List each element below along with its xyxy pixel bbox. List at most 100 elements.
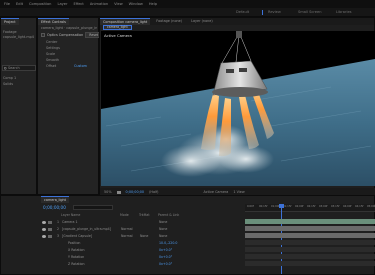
tab-project[interactable]: Project [1,18,19,25]
timeline-timecode[interactable]: 0;00;00;00 [43,205,66,210]
col-trkmat: TrkMat [139,213,150,217]
effect-param: Settings [46,46,60,50]
menu-item[interactable]: File [4,2,10,6]
layer-duration-bar[interactable] [245,247,375,252]
ruler-tick-label: 02;15f [307,205,316,208]
eye-icon[interactable] [42,220,46,224]
layer-name[interactable]: Y Rotation [62,255,118,259]
layer-parent: 0x+0.0° [159,255,173,259]
project-tabs: Project [1,18,36,25]
menu-item[interactable]: Effect [73,2,83,6]
ruler-tick-label: 03;00f [319,205,328,208]
lock-icon[interactable] [48,227,52,231]
col-layer-name: Layer Name [61,213,81,217]
layer-mode: Normal [121,234,133,238]
table-row[interactable]: Z Rotation 0x+0.0° [41,261,231,267]
camera-icon[interactable] [116,190,121,194]
menu-item[interactable]: View [114,2,123,6]
menu-item[interactable]: Layer [57,2,67,6]
tab-footage[interactable]: Footage (none) [153,18,185,25]
layer-number: 1 [56,220,59,224]
layer-duration-bar[interactable] [245,254,375,259]
timeline-search-input[interactable] [73,205,113,210]
folder-item[interactable]: Comp 1 [3,76,16,80]
layer-name[interactable]: Camera 1 [62,220,118,224]
layer-parent: None [159,234,168,238]
menu-item[interactable]: Help [149,2,157,6]
ruler-tick-label: 03;15f [331,205,340,208]
layer-name[interactable]: Position [62,241,118,245]
layer-duration-bar[interactable] [245,261,375,266]
ruler-tick-label: 00;15f [259,205,268,208]
effect-enable-checkbox[interactable] [41,33,45,37]
camera-select[interactable]: Active Camera [204,190,229,194]
ruler-tick-label: 04;00f [343,205,352,208]
layer-list: 1 Camera 1 None 2 [capsule_plunge_in_ultra.m… [41,219,241,274]
timeline-tabs: camera_light [1,196,374,203]
search-input[interactable]: Search [2,65,36,71]
viewer-footer: 50% 0;00;00;00 (Half) Active Camera 1 Vi… [100,188,375,195]
workspace-libraries[interactable]: Libraries [336,10,352,14]
table-row[interactable]: Position 10.0,-220.0 [41,240,231,246]
ruler-tick-label: 02;00f [295,205,304,208]
col-mode: Mode [120,213,129,217]
project-item-sub: capsule_light.mp4 [3,35,34,39]
time-ruler[interactable]: 0;00f 00;15f 01;00f 01;15f 02;00f 02;15f 03;00… [245,204,375,212]
workspace-review[interactable]: Review [268,10,281,14]
layer-parent: 0x+0.0° [159,262,173,266]
tab-timeline-comp[interactable]: camera_light [41,196,70,203]
layer-name[interactable]: [Gradient Capsule] [62,234,118,238]
effect-param: Smooth [46,58,60,62]
active-camera-label: Active Camera [104,33,132,38]
lock-icon[interactable] [48,220,52,224]
resolution-select[interactable]: (Half) [149,190,158,194]
eye-icon[interactable] [42,227,46,231]
custom-dropdown[interactable]: Custom [74,64,87,68]
ruler-tick-label: 05;00f [367,205,375,208]
menu-item[interactable]: Edit [16,2,23,6]
tab-layer[interactable]: Layer (none) [188,18,216,25]
table-row[interactable]: 1 Camera 1 None [41,219,231,225]
workspace-default[interactable]: Default [236,10,249,14]
layer-duration-bar[interactable] [245,233,375,238]
layer-name[interactable]: [capsule_plunge_in_ultra.mp4] [62,227,118,231]
effect-header: Optics Compensation Reset [41,32,103,38]
tab-composition[interactable]: Composition camera_light [100,18,151,25]
layer-name[interactable]: Z Rotation [62,262,118,266]
table-row[interactable]: X Rotation 0x+0.0° [41,247,231,253]
layer-parent: None [159,220,168,224]
comp-chip[interactable]: camera_light [103,25,132,30]
viewport-scene[interactable] [101,31,375,186]
ruler-tick-label: 04;15f [355,205,364,208]
viewer-timecode[interactable]: 0;00;00;00 [126,190,145,194]
menu-item[interactable]: Window [129,2,143,6]
view-select[interactable]: 1 View [233,190,244,194]
layer-parent: 0x+0.0° [159,248,173,252]
playhead-handle[interactable] [279,204,284,208]
workspace-small-screen[interactable]: Small Screen [298,10,321,14]
table-row[interactable]: 2 [capsule_plunge_in_ultra.mp4] Normal None [41,226,231,232]
ruler-tick-label: 01;15f [283,205,292,208]
menu-item[interactable]: Animation [90,2,108,6]
menu-item[interactable]: Composition [29,2,51,6]
eye-icon[interactable] [42,234,46,238]
table-row[interactable]: Y Rotation 0x+0.0° [41,254,231,260]
layer-duration-bar[interactable] [245,219,375,224]
zoom-level[interactable]: 50% [104,190,112,194]
viewer-tabs: Composition camera_light Footage (none) … [100,18,374,25]
layer-name[interactable]: X Rotation [62,248,118,252]
menu-bar: File Edit Composition Layer Effect Animation V… [0,0,375,8]
folder-item[interactable]: Solids [3,82,13,86]
table-row[interactable]: 3 [Gradient Capsule] Normal None None [41,233,231,239]
effect-controls-panel: Effect Controls camera_light · capsule_p… [37,17,103,195]
project-panel: Project Footage capsule_light.mp4 Search… [0,17,37,195]
layer-duration-bar[interactable] [245,226,375,231]
layer-mode: Normal [121,227,133,231]
lock-icon[interactable] [48,234,52,238]
layer-parent: None [159,227,168,231]
timeline-column-headers: Layer Name Mode TrkMat Parent & Link [41,213,241,218]
project-item-title: Footage [3,30,17,34]
composition-panel: Composition camera_light Footage (none) … [99,17,375,195]
tab-effect-controls[interactable]: Effect Controls [38,18,69,25]
layer-duration-bar[interactable] [245,240,375,245]
